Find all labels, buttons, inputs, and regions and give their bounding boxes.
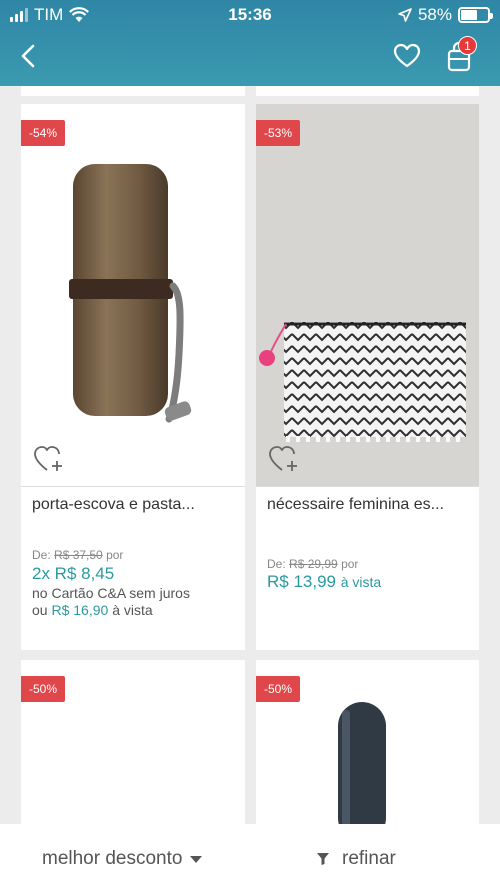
toothbrush-case-image bbox=[69, 164, 192, 423]
from-label: De: bbox=[32, 548, 51, 562]
cart-count-badge: 1 bbox=[458, 36, 477, 55]
refine-label: refinar bbox=[342, 848, 396, 869]
cash-suffix: à vista bbox=[112, 602, 153, 618]
por-label: por bbox=[341, 557, 359, 571]
filter-icon bbox=[317, 853, 329, 865]
from-label: De: bbox=[267, 557, 286, 571]
location-arrow-icon bbox=[398, 8, 412, 22]
cash-prefix: ou bbox=[32, 602, 48, 618]
discount-badge: -50% bbox=[21, 676, 66, 702]
product-card[interactable]: -50% bbox=[21, 660, 245, 830]
price-suffix: à vista bbox=[340, 574, 382, 590]
battery-level bbox=[461, 10, 478, 20]
cash-price: R$ 16,90 bbox=[51, 602, 109, 618]
heart-icon[interactable] bbox=[393, 42, 421, 70]
app-header: TIM 15:36 58% 1 bbox=[0, 0, 500, 86]
add-to-wishlist-icon[interactable] bbox=[33, 444, 65, 474]
sort-label: melhor desconto bbox=[42, 848, 183, 869]
product-card-partial bbox=[21, 86, 245, 96]
status-bar: TIM 15:36 58% bbox=[0, 0, 500, 30]
product-card[interactable]: -50% bbox=[256, 660, 479, 842]
battery-icon bbox=[458, 7, 493, 23]
installment-note: no Cartão C&A sem juros bbox=[32, 585, 190, 601]
product-image[interactable]: -54% bbox=[21, 104, 245, 486]
back-arrow-icon[interactable] bbox=[16, 42, 40, 70]
status-right: 58% bbox=[398, 5, 493, 25]
discount-badge: -50% bbox=[256, 676, 301, 702]
old-price-value: R$ 29,99 bbox=[289, 557, 338, 571]
divider bbox=[256, 486, 479, 487]
price: R$ 13,99 bbox=[267, 572, 336, 591]
makeup-bag-image bbox=[259, 322, 466, 442]
product-name[interactable]: nécessaire feminina es... bbox=[267, 496, 467, 514]
discount-badge: -53% bbox=[256, 120, 301, 146]
product-card[interactable]: -53% nécessaire feminina es... De: R$ 29… bbox=[256, 104, 479, 650]
refine-button[interactable]: refinar bbox=[316, 848, 396, 870]
product-card-partial bbox=[256, 86, 479, 96]
installment-price: 2x R$ 8,45 bbox=[32, 564, 115, 583]
battery-percent: 58% bbox=[417, 5, 452, 24]
sort-dropdown[interactable]: melhor desconto bbox=[42, 848, 203, 870]
product-name[interactable]: porta-escova e pasta... bbox=[32, 496, 232, 514]
divider bbox=[21, 486, 245, 487]
chevron-down-icon bbox=[190, 855, 203, 863]
old-price: De: R$ 29,99 por bbox=[267, 557, 358, 571]
old-price-value: R$ 37,50 bbox=[54, 548, 103, 562]
old-price: De: R$ 37,50 por bbox=[32, 548, 123, 562]
product-card[interactable]: -54% porta-escova e pasta... De: R$ 37,5… bbox=[21, 104, 245, 650]
add-to-wishlist-icon[interactable] bbox=[268, 444, 300, 474]
discount-badge: -54% bbox=[21, 120, 66, 146]
price-line: R$ 13,99 à vista bbox=[267, 572, 381, 592]
product-image[interactable]: -53% bbox=[256, 104, 479, 486]
cash-price-line: ou R$ 16,90 à vista bbox=[32, 602, 153, 619]
bottom-toolbar: melhor desconto refinar bbox=[0, 824, 500, 889]
por-label: por bbox=[106, 548, 124, 562]
